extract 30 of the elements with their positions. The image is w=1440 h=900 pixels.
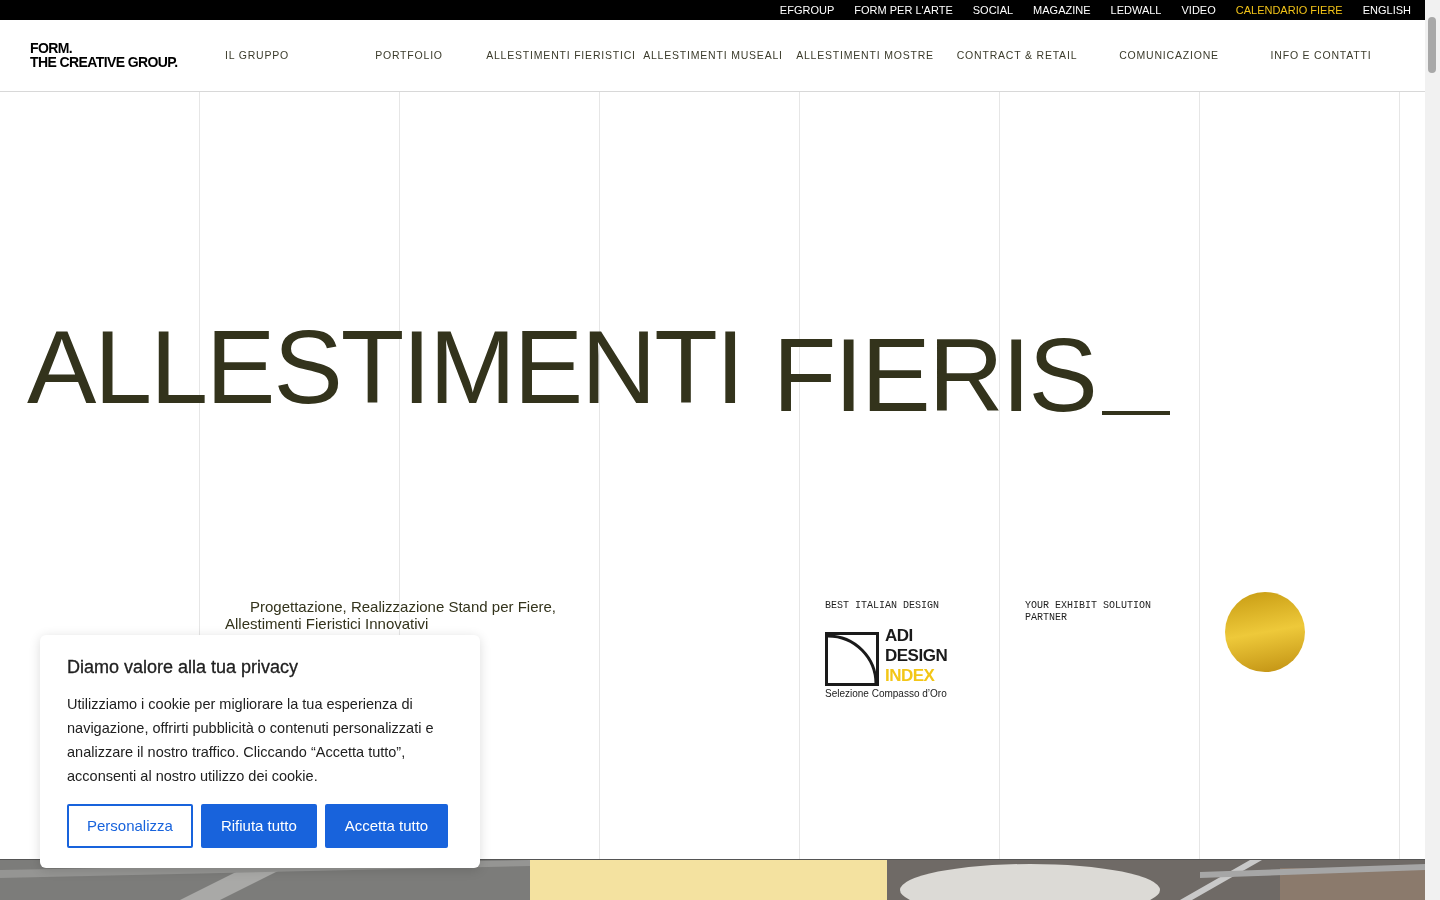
top-link[interactable]: MAGAZINE <box>1033 3 1091 17</box>
top-link[interactable]: CALENDARIO FIERE <box>1235 3 1343 17</box>
top-link[interactable]: VIDEO <box>1181 3 1216 17</box>
dialog-text: Utilizziamo i cookie per migliorare la tua esperienza di navigazione, offrirti pubblicità o contenuti personalizzati e analizzare il nostro traffico. Cliccando “Accetta tutto”, acconsenti al nostro utilizzo dei cookie. <box>67 694 435 786</box>
nav-link[interactable]: ALLESTIMENTI MOSTRE <box>796 49 934 62</box>
cursor-mark <box>1101 410 1170 415</box>
nav-link[interactable]: COMUNICAZIONE <box>1119 49 1219 62</box>
nav-link[interactable]: ALLESTIMENTI FIERISTICI <box>486 49 636 62</box>
hero-title: FIERIS <box>772 315 1096 435</box>
top-link[interactable]: ENGLISH <box>1362 3 1411 17</box>
cookie-button[interactable]: Rifiuta tutto <box>200 803 317 848</box>
hero-subtitle: Progettazione, Realizzazione Stand per Fiere, Allestimenti Fieristici Innovativi <box>225 597 557 632</box>
badge-caption: BEST ITALIAN DESIGN <box>825 599 941 612</box>
top-link[interactable]: SOCIAL <box>972 3 1014 17</box>
cookie-button[interactable]: Personalizza <box>67 803 193 848</box>
award-logo: ADI DESIGN INDEX Selezione Compasso d’Oro <box>825 625 949 699</box>
nav-link[interactable]: PORTFOLIO <box>375 49 443 62</box>
nav-link[interactable]: INFO E CONTATTI <box>1270 49 1372 62</box>
scrollbar[interactable] <box>1425 0 1440 900</box>
top-link[interactable]: EFGROUP <box>779 3 835 17</box>
top-link[interactable]: LEDWALL <box>1110 3 1162 17</box>
cookie-button[interactable]: Accetta tutto <box>324 803 449 848</box>
nav-link[interactable]: ALLESTIMENTI MUSEALI <box>643 49 783 62</box>
hero-title: ALLESTIMENTI <box>27 307 743 427</box>
dialog-title: Diamo valore alla tua privacy <box>67 656 300 678</box>
nav-link[interactable]: CONTRACT & RETAIL <box>956 49 1078 62</box>
top-link[interactable]: FORM PER L'ARTE <box>854 3 953 17</box>
nav-link[interactable]: IL GRUPPO <box>225 49 289 62</box>
badge-caption: YOUR EXHIBIT SOLUTION PARTNER <box>1025 599 1153 624</box>
logo[interactable]: FORM. THE CREATIVE GROUP. <box>30 41 181 70</box>
